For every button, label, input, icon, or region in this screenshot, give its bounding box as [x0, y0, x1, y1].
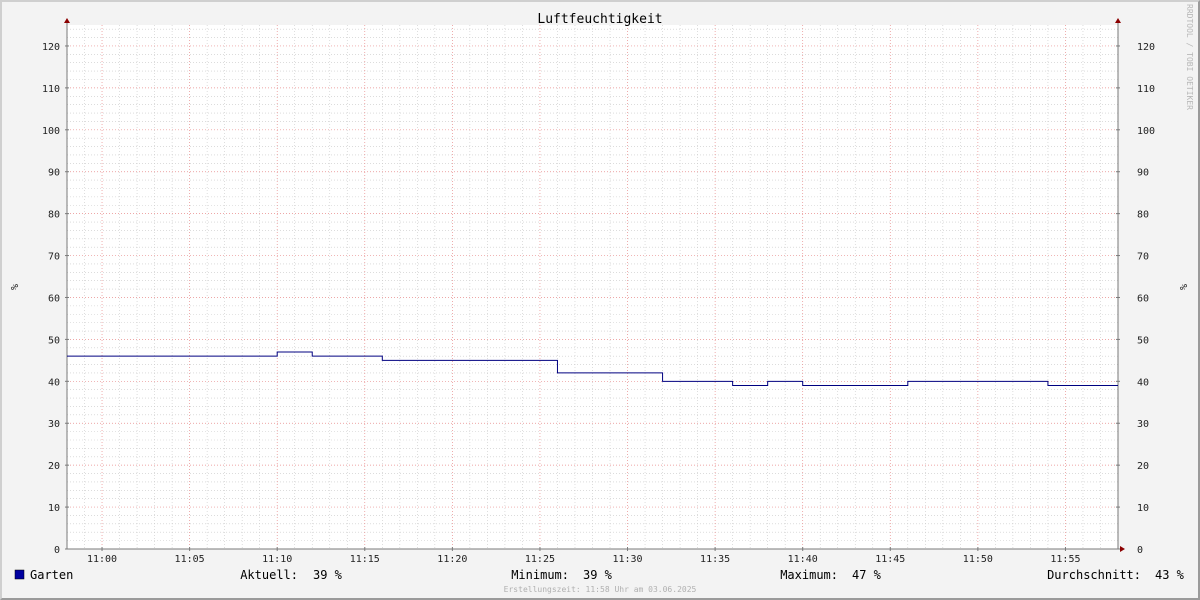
rrdtool-watermark: RRDTOOL / TOBI OETIKER [1185, 4, 1194, 110]
y-tick-label-left: 10 [48, 503, 60, 514]
y-axis-arrow-left [64, 18, 70, 23]
y-tick-label-left: 120 [42, 42, 60, 53]
y-tick-label-right: 120 [1137, 42, 1155, 53]
y-tick-label-left: 80 [48, 210, 60, 221]
x-tick-label: 11:00 [87, 554, 117, 565]
y-tick-label-right: 110 [1137, 84, 1155, 95]
y-tick-label-right: 70 [1137, 252, 1149, 263]
legend-current-value: 39 % [313, 568, 343, 582]
y-tick-label-right: 50 [1137, 335, 1149, 346]
x-tick-label: 11:45 [875, 554, 905, 565]
x-axis-arrow [1120, 546, 1125, 552]
x-tick-label: 11:40 [788, 554, 818, 565]
y-tick-label-right: 100 [1137, 126, 1155, 137]
chart-svg: 0 0 10 10 20 20 30 30 40 40 50 50 60 60 70 70 80 80 90 90 10… [8, 4, 1194, 594]
creation-time-footer: Erstellungszeit: 11:58 Uhr am 03.06.2025 [504, 585, 697, 594]
y-tick-label-left: 70 [48, 252, 60, 263]
x-tick-label: 11:55 [1050, 554, 1080, 565]
y-tick-label-right: 60 [1137, 293, 1149, 304]
legend-min-value: 39 % [583, 568, 613, 582]
x-tick-label: 11:20 [437, 554, 467, 565]
y-tick-label-right: 30 [1137, 419, 1149, 430]
y-tick-label-right: 40 [1137, 377, 1149, 388]
legend-avg-value: 43 % [1155, 568, 1185, 582]
y-tick-label-left: 0 [54, 545, 60, 556]
y-axis-label-left: % [8, 284, 19, 290]
legend-series-name: Garten [30, 568, 73, 582]
legend-current-label: Aktuell: [240, 568, 298, 582]
y-tick-label-left: 20 [48, 461, 60, 472]
y-tick-label-left: 100 [42, 126, 60, 137]
y-tick-label-left: 110 [42, 84, 60, 95]
x-tick-label: 11:25 [525, 554, 555, 565]
y-tick-label-left: 90 [48, 168, 60, 179]
y-tick-label-left: 50 [48, 335, 60, 346]
y-tick-label-left: 30 [48, 419, 60, 430]
y-tick-label-right: 20 [1137, 461, 1149, 472]
chart-title: Luftfeuchtigkeit [537, 12, 662, 27]
y-axis-arrow-right [1115, 18, 1121, 23]
y-tick-label-right: 90 [1137, 168, 1149, 179]
x-tick-label: 11:10 [262, 554, 292, 565]
legend-min-label: Minimum: [511, 568, 569, 582]
y-tick-label-left: 40 [48, 377, 60, 388]
y-tick-label-right: 10 [1137, 503, 1149, 514]
legend-max-value: 47 % [852, 568, 882, 582]
x-tick-label: 11:15 [350, 554, 380, 565]
legend-max-label: Maximum: [780, 568, 838, 582]
y-axis-label-right: % [1177, 284, 1188, 290]
x-tick-label: 11:05 [175, 554, 205, 565]
y-tick-label-left: 60 [48, 293, 60, 304]
y-tick-label-right: 80 [1137, 210, 1149, 221]
legend-swatch-garten [14, 569, 25, 580]
legend-avg-label: Durchschnitt: [1047, 568, 1141, 582]
y-tick-label-right: 0 [1137, 545, 1143, 556]
x-tick-label: 11:30 [612, 554, 642, 565]
x-tick-label: 11:50 [963, 554, 993, 565]
x-tick-label: 11:35 [700, 554, 730, 565]
